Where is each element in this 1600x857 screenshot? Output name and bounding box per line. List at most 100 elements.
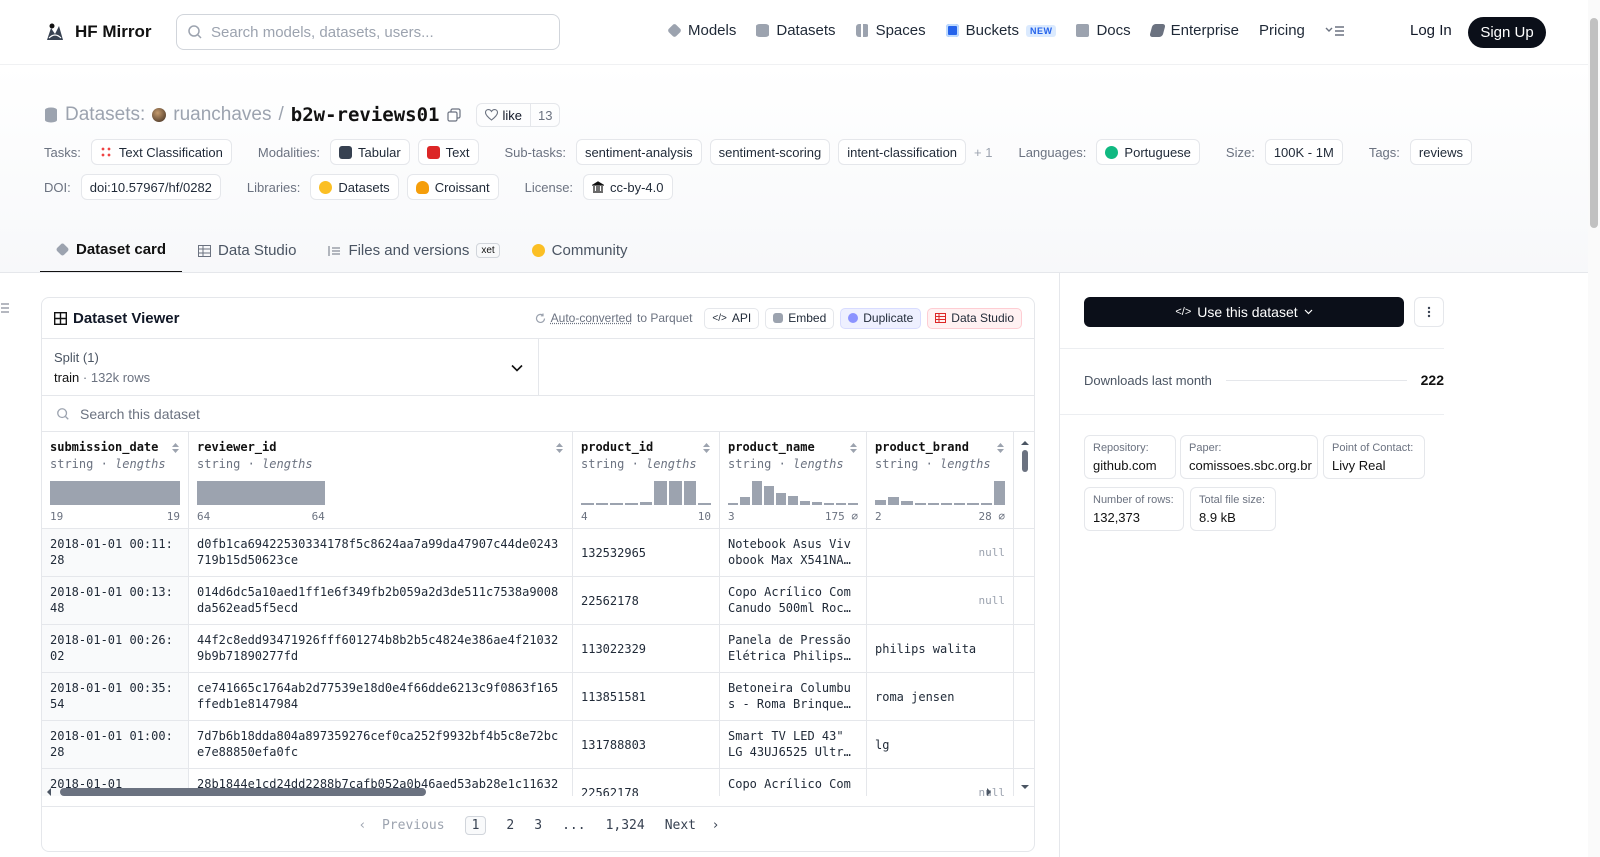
histogram-bar[interactable] bbox=[824, 503, 834, 505]
histogram-bar[interactable] bbox=[740, 496, 750, 505]
histogram-bar[interactable] bbox=[875, 500, 887, 505]
column-histogram[interactable] bbox=[581, 481, 712, 505]
table-cell-reviewer[interactable]: 7d7b6b18dda804a897359276cef0ca252f9932bf… bbox=[189, 721, 573, 768]
data-studio-button[interactable]: Data Studio bbox=[927, 307, 1022, 329]
language-tag[interactable]: Portuguese bbox=[1096, 139, 1200, 165]
histogram-bar[interactable] bbox=[927, 503, 940, 505]
table-cell-pid[interactable]: 132532965 bbox=[573, 529, 720, 576]
histogram-bar[interactable] bbox=[967, 503, 979, 505]
table-cell-date[interactable]: 2018-01-01 00:26:02 bbox=[42, 625, 189, 672]
auto-converted-note[interactable]: Auto-converted to Parquet bbox=[535, 311, 692, 325]
table-cell-brand[interactable]: lg bbox=[867, 721, 1014, 768]
duplicate-button[interactable]: Duplicate bbox=[840, 307, 922, 329]
table-cell-date[interactable]: 2018-01-01 00:13:48 bbox=[42, 577, 189, 624]
brand-logo[interactable]: HF Mirror bbox=[43, 20, 152, 44]
table-cell-pname[interactable]: Panela de Pressão Elétrica Philips Walit… bbox=[720, 625, 867, 672]
histogram-bar[interactable] bbox=[800, 500, 810, 505]
modality-tag-text[interactable]: Text bbox=[417, 139, 479, 165]
histogram-bar[interactable] bbox=[980, 503, 992, 505]
histogram-bar[interactable] bbox=[776, 493, 786, 505]
histogram-bar[interactable] bbox=[595, 503, 609, 505]
column-header[interactable]: reviewer_id string · lengths 64 64 bbox=[189, 432, 573, 528]
page-last[interactable]: 1,324 bbox=[606, 818, 645, 833]
histogram-bar[interactable] bbox=[901, 501, 913, 505]
histogram-bar[interactable] bbox=[669, 481, 682, 505]
sort-icon[interactable] bbox=[702, 442, 711, 454]
table-cell-brand[interactable]: philips walita bbox=[867, 625, 1014, 672]
horizontal-scroll-thumb[interactable] bbox=[60, 788, 426, 796]
table-cell-brand[interactable]: roma jensen bbox=[867, 673, 1014, 720]
histogram-bar[interactable] bbox=[836, 503, 846, 505]
histogram-bar[interactable] bbox=[639, 502, 653, 505]
library-tag-croissant[interactable]: Croissant bbox=[406, 174, 499, 200]
column-header[interactable]: product_brand string · lengths 2 28 ⌀ bbox=[867, 432, 1014, 528]
table-row[interactable]: 2018-01-01 00:26:02 44f2c8edd93471926fff6… bbox=[42, 625, 1034, 673]
column-header[interactable]: product_name string · lengths 3 175 ⌀ bbox=[720, 432, 867, 528]
table-cell-date[interactable]: 2018-01-01 01:00:28 bbox=[42, 721, 189, 768]
tab-data-studio[interactable]: Data Studio bbox=[182, 228, 312, 273]
histogram-bar[interactable] bbox=[764, 485, 774, 505]
like-button[interactable]: like 13 bbox=[475, 103, 561, 127]
histogram-bar[interactable] bbox=[698, 503, 712, 505]
table-cell-reviewer[interactable]: ce741665c1764ab2d77539e18d0e4f66dde6213c… bbox=[189, 673, 573, 720]
histogram-bar[interactable] bbox=[728, 503, 738, 505]
table-cell-reviewer[interactable]: 014d6dc5a10aed1ff1e6f349fb2b059a2d3de511… bbox=[189, 577, 573, 624]
table-row[interactable]: 2018-01-01 00:13:48 014d6dc5a10aed1ff1e6f… bbox=[42, 577, 1034, 625]
global-search-input[interactable]: Search models, datasets, users... bbox=[176, 14, 560, 50]
tab-files-versions[interactable]: Files and versions xet bbox=[312, 228, 515, 273]
subtask-tag[interactable]: sentiment-scoring bbox=[709, 139, 831, 165]
license-tag[interactable]: cc-by-4.0 bbox=[583, 174, 673, 200]
toc-toggle-icon[interactable] bbox=[1, 303, 9, 313]
table-row[interactable]: 2018-01-01 00:11:28 d0fb1ca69422530334178… bbox=[42, 529, 1034, 577]
viewer-search-input[interactable]: Search this dataset bbox=[42, 396, 1034, 432]
table-cell-pid[interactable]: 131788803 bbox=[573, 721, 720, 768]
sort-icon[interactable] bbox=[996, 442, 1005, 454]
histogram-bar[interactable] bbox=[752, 481, 762, 505]
column-header[interactable]: submission_date string · lengths 19 19 bbox=[42, 432, 189, 528]
column-histogram[interactable] bbox=[728, 481, 858, 505]
table-cell-pid[interactable]: 22562178 bbox=[573, 577, 720, 624]
histogram-bar[interactable] bbox=[888, 496, 900, 505]
table-cell-pname[interactable]: Copo Acrílico Com Canudo 500ml Rocie bbox=[720, 577, 867, 624]
nav-pricing[interactable]: Pricing bbox=[1259, 22, 1305, 39]
column-histogram[interactable] bbox=[875, 481, 1006, 505]
nav-models[interactable]: Models bbox=[667, 22, 736, 39]
scroll-right-icon[interactable] bbox=[986, 787, 992, 797]
subtask-tag[interactable]: intent-classification bbox=[838, 139, 967, 165]
nav-more[interactable] bbox=[1325, 24, 1345, 38]
tab-community[interactable]: Community bbox=[516, 228, 644, 273]
table-row[interactable]: 2018-01-01 01:00:28 7d7b6b18dda804a897359… bbox=[42, 721, 1034, 769]
table-cell-brand[interactable]: null bbox=[867, 577, 1014, 624]
page-1[interactable]: 1 bbox=[464, 815, 487, 835]
copy-icon[interactable] bbox=[446, 108, 461, 122]
pagination-previous[interactable]: ‹ Previous bbox=[358, 818, 444, 833]
table-cell-pname[interactable]: Smart TV LED 43" LG 43UJ6525 Ultra HD bbox=[720, 721, 867, 768]
tab-dataset-card[interactable]: Dataset card bbox=[40, 228, 183, 273]
size-tag[interactable]: 100K - 1M bbox=[1264, 139, 1343, 165]
library-tag-datasets[interactable]: Datasets bbox=[310, 174, 399, 200]
embed-button[interactable]: Embed bbox=[765, 307, 835, 329]
table-cell-pname[interactable]: Notebook Asus Vivobook Max X541NA-GO472T… bbox=[720, 529, 867, 576]
histogram-bar[interactable] bbox=[954, 503, 966, 505]
auto-converted-link[interactable]: Auto-converted bbox=[551, 311, 632, 325]
page-scroll-thumb[interactable] bbox=[1590, 18, 1598, 228]
like-part[interactable]: like bbox=[477, 104, 532, 126]
signup-button[interactable]: Sign Up bbox=[1468, 17, 1546, 48]
table-cell-reviewer[interactable]: d0fb1ca69422530334178f5c8624aa7a99da4790… bbox=[189, 529, 573, 576]
histogram-bar[interactable] bbox=[197, 481, 325, 505]
page-2[interactable]: 2 bbox=[506, 818, 514, 833]
table-cell-pid[interactable]: 113851581 bbox=[573, 673, 720, 720]
histogram-bar[interactable] bbox=[941, 503, 953, 505]
subtasks-more[interactable]: + 1 bbox=[974, 145, 992, 160]
modality-tag-tabular[interactable]: Tabular bbox=[330, 139, 410, 165]
column-histogram[interactable] bbox=[50, 481, 180, 505]
histogram-bar[interactable] bbox=[581, 503, 594, 505]
histogram-bar[interactable] bbox=[625, 503, 638, 505]
more-options-button[interactable] bbox=[1414, 297, 1444, 327]
doi-tag[interactable]: doi:10.57967/hf/0282 bbox=[80, 174, 221, 200]
table-cell-pid[interactable]: 113022329 bbox=[573, 625, 720, 672]
vertical-scroll-thumb[interactable] bbox=[1022, 450, 1028, 472]
dataset-owner[interactable]: ruanchaves bbox=[173, 104, 271, 126]
datasets-prefix[interactable]: Datasets: bbox=[65, 104, 145, 126]
sort-icon[interactable] bbox=[555, 442, 564, 454]
